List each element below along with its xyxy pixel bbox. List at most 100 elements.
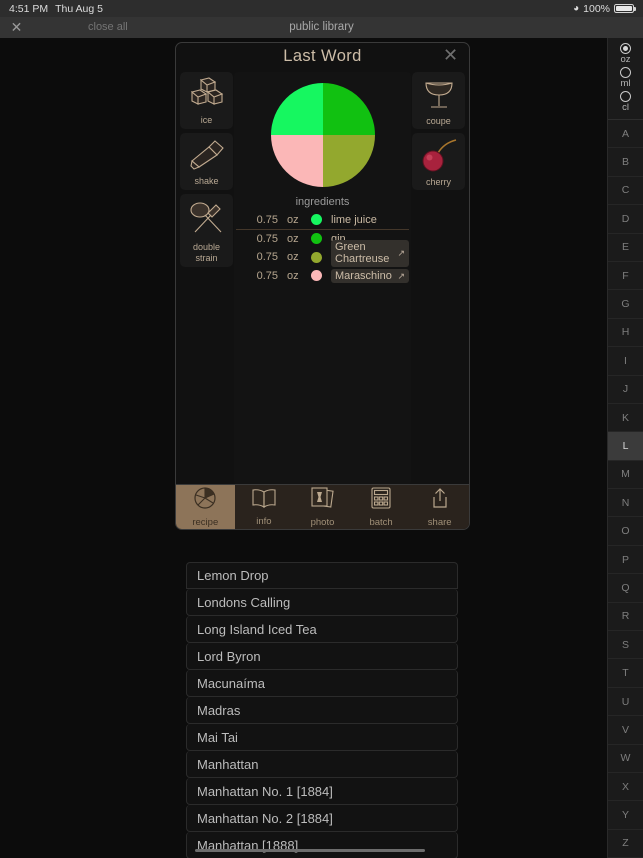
pie-chart-wrap xyxy=(234,72,411,192)
ingredient-color-swatch xyxy=(311,233,322,245)
radio-oz-icon[interactable] xyxy=(620,43,631,54)
ingredient-row[interactable]: 0.75 oz lime juice xyxy=(236,211,409,230)
letter-index-t[interactable]: T xyxy=(608,659,643,688)
drink-list-item[interactable]: Long Island Iced Tea xyxy=(186,616,458,643)
battery-percent-label: 100% xyxy=(583,2,610,15)
tab-label-share: share xyxy=(427,517,452,528)
close-icon[interactable]: ✕ xyxy=(442,46,459,64)
ingredient-unit: oz xyxy=(287,232,299,245)
letter-index-g[interactable]: G xyxy=(608,290,643,319)
ingredient-unit: oz xyxy=(287,269,299,282)
tool-label-double-strain: double strain xyxy=(193,242,220,263)
open-book-icon xyxy=(251,487,277,514)
tab-label-photo: photo xyxy=(310,517,335,528)
tool-label-ice: ice xyxy=(200,114,213,125)
garnish-label-cherry: cherry xyxy=(425,177,451,187)
radio-ml-icon[interactable] xyxy=(620,67,631,78)
horizontal-scrollbar[interactable] xyxy=(195,849,425,852)
letter-index-k[interactable]: K xyxy=(608,403,643,433)
drink-list-item[interactable]: Lord Byron xyxy=(186,643,458,670)
letter-index-w[interactable]: W xyxy=(608,744,643,773)
cocktail-shaker-icon xyxy=(180,138,233,172)
ingredient-name: Maraschino xyxy=(335,269,392,282)
drink-list-item[interactable]: Macunaíma xyxy=(186,670,458,697)
pie-chart-icon xyxy=(270,83,375,187)
tool-label-line1: double xyxy=(192,242,221,252)
modal-header: Last Word ✕ xyxy=(176,43,469,72)
letter-index-d[interactable]: D xyxy=(608,205,643,234)
unit-option-cl[interactable]: cl xyxy=(620,91,631,114)
unit-option-oz[interactable]: oz xyxy=(620,43,631,66)
drink-list[interactable]: Lemon Drop Londons Calling Long Island Ice… xyxy=(186,562,458,858)
letter-index-e[interactable]: E xyxy=(608,233,643,262)
letter-index-j[interactable]: J xyxy=(608,375,643,404)
letter-index-y[interactable]: Y xyxy=(608,801,643,830)
drink-list-item[interactable]: Manhattan No. 1 [1884] xyxy=(186,778,458,805)
share-icon xyxy=(430,486,450,515)
tools-column: ice shake double strain xyxy=(180,72,233,271)
tool-card-shake[interactable]: shake xyxy=(180,133,233,190)
letter-index-m[interactable]: M xyxy=(608,460,643,490)
letter-index-s[interactable]: S xyxy=(608,631,643,660)
garnish-label-coupe: coupe xyxy=(426,116,451,126)
ingredient-row[interactable]: 0.75 oz Maraschino ↗ xyxy=(236,267,409,286)
tool-label-line2: strain xyxy=(195,252,218,263)
tab-photo[interactable]: photo xyxy=(293,485,352,529)
letter-index-o[interactable]: O xyxy=(608,517,643,546)
letter-index-v[interactable]: V xyxy=(608,716,643,745)
letter-index-l[interactable]: L xyxy=(608,432,643,461)
drink-list-item[interactable]: Lemon Drop xyxy=(186,562,458,589)
ingredient-amount: 0.75 xyxy=(256,232,278,245)
drink-list-item[interactable]: Londons Calling xyxy=(186,589,458,616)
garnish-card-coupe[interactable]: coupe xyxy=(412,72,465,129)
ingredient-unit: oz xyxy=(287,251,299,264)
letter-index-c[interactable]: C xyxy=(608,176,643,206)
letter-index-b[interactable]: B xyxy=(608,148,643,177)
letter-index-q[interactable]: Q xyxy=(608,574,643,603)
ingredient-unit: oz xyxy=(287,213,299,226)
letter-index-f[interactable]: F xyxy=(608,261,643,291)
ingredients-header: ingredients xyxy=(295,196,350,208)
drink-list-item[interactable]: Manhattan No. 2 [1884] xyxy=(186,805,458,832)
drink-list-item[interactable]: Mai Tai xyxy=(186,724,458,751)
tab-recipe[interactable]: recipe xyxy=(176,485,235,529)
page-title: public library xyxy=(289,21,354,33)
letter-index-z[interactable]: Z xyxy=(608,829,643,858)
radio-cl-icon[interactable] xyxy=(620,91,631,102)
letter-index-r[interactable]: R xyxy=(608,602,643,632)
battery-full-icon xyxy=(614,3,636,14)
ingredient-link[interactable]: Green Chartreuse ↗ xyxy=(331,239,409,267)
clock-time: 4:51 PM xyxy=(9,2,49,15)
clock-date: Thu Aug 5 xyxy=(55,2,103,15)
letter-index-a[interactable]: A xyxy=(608,120,643,149)
tab-label-batch: batch xyxy=(369,517,393,528)
unit-option-ml[interactable]: ml xyxy=(620,67,631,90)
status-bar-left: 4:51 PM Thu Aug 5 xyxy=(0,3,103,15)
tab-share[interactable]: share xyxy=(410,485,469,529)
tool-card-double-strain[interactable]: double strain xyxy=(180,194,233,267)
recipe-center-panel: ingredients 0.75 oz lime juice 0.75 oz gin 0.7… xyxy=(234,72,411,485)
cherry-icon xyxy=(412,137,465,175)
letter-index-n[interactable]: N xyxy=(608,489,643,518)
external-link-icon[interactable]: ↗ xyxy=(397,270,405,283)
letter-index-i[interactable]: I xyxy=(608,347,643,376)
drink-list-item[interactable]: Manhattan xyxy=(186,751,458,778)
drink-list-item[interactable]: Madras xyxy=(186,697,458,724)
tool-card-ice[interactable]: ice xyxy=(180,72,233,129)
tab-info[interactable]: info xyxy=(235,485,294,529)
letter-index-x[interactable]: X xyxy=(608,772,643,802)
garnish-column: coupe cherry xyxy=(412,72,465,194)
ice-cubes-icon xyxy=(180,77,233,109)
ingredient-link[interactable]: Maraschino ↗ xyxy=(331,268,409,283)
ingredient-row[interactable]: 0.75 oz Green Chartreuse ↗ xyxy=(236,239,409,267)
letter-index-p[interactable]: P xyxy=(608,545,643,575)
garnish-card-cherry[interactable]: cherry xyxy=(412,133,465,190)
double-strain-icon xyxy=(180,199,233,237)
tab-batch[interactable]: batch xyxy=(352,485,411,529)
external-link-icon[interactable]: ↗ xyxy=(397,247,405,260)
drink-list-item[interactable]: Manhattan [1888] xyxy=(186,832,458,858)
tab-label-recipe: recipe xyxy=(192,517,219,528)
letter-index-u[interactable]: U xyxy=(608,687,643,717)
coupe-glass-icon xyxy=(412,76,465,112)
letter-index-h[interactable]: H xyxy=(608,318,643,348)
